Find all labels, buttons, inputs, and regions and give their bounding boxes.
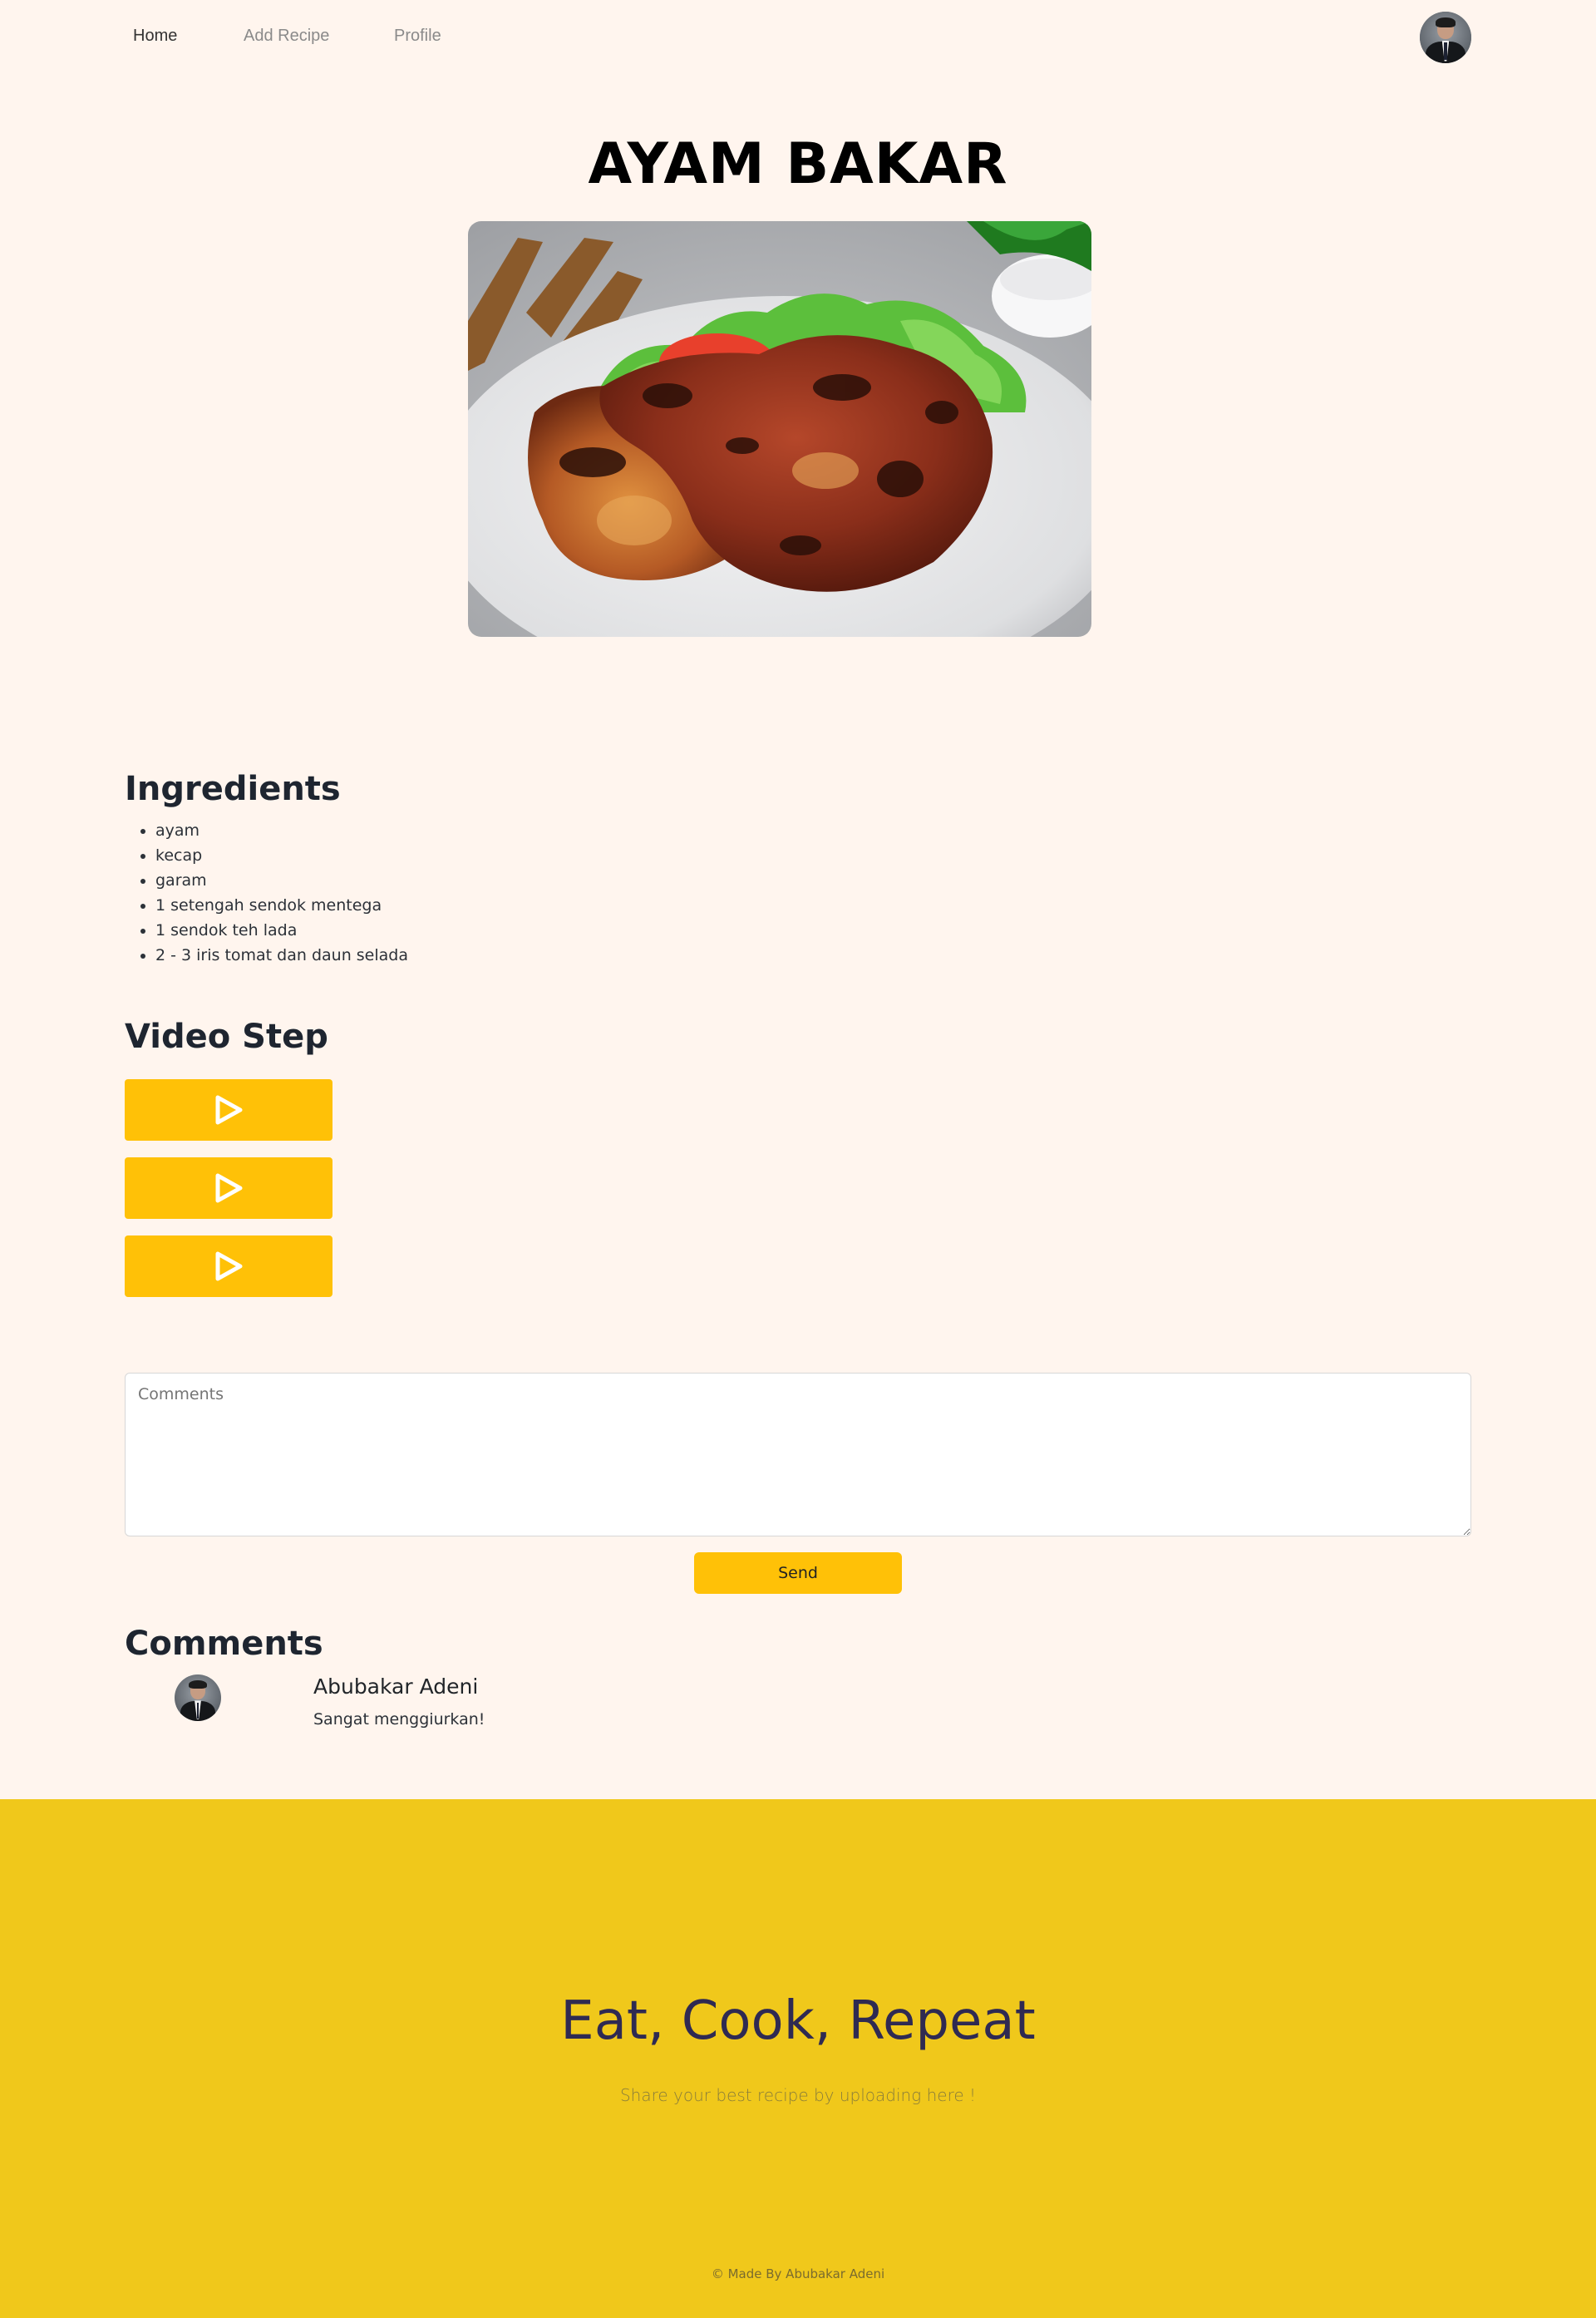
ingredient-item: kecap <box>155 843 408 868</box>
comment-textarea[interactable] <box>125 1373 1471 1536</box>
comments-heading: Comments <box>125 1625 323 1663</box>
ingredient-item: 1 setengah sendok mentega <box>155 893 408 918</box>
ingredient-item: garam <box>155 868 408 893</box>
play-icon <box>215 1251 243 1281</box>
video-step-button-3[interactable] <box>125 1235 332 1297</box>
footer-subtitle: Share your best recipe by uploading here… <box>619 2085 977 2105</box>
nav-home-link[interactable]: Home <box>133 27 177 46</box>
footer-heading: Eat, Cook, Repeat <box>560 1990 1036 2052</box>
footer: Eat, Cook, Repeat Share your best recipe… <box>0 1799 1596 2318</box>
commenter-name: Abubakar Adeni <box>313 1674 479 1699</box>
video-step-heading: Video Step <box>125 1018 328 1056</box>
ingredient-item: 2 - 3 iris tomat dan daun selada <box>155 943 408 968</box>
ingredients-list: ayam kecap garam 1 setengah sendok mente… <box>155 818 408 968</box>
play-icon <box>215 1095 243 1125</box>
send-button[interactable]: Send <box>694 1552 902 1594</box>
video-step-button-1[interactable] <box>125 1079 332 1141</box>
recipe-image <box>468 221 1091 637</box>
recipe-title: AYAM BAKAR <box>588 131 1008 197</box>
commenter-avatar-icon <box>175 1674 221 1721</box>
ingredient-item: 1 sendok teh lada <box>155 918 408 943</box>
navbar: Home Add Recipe Profile <box>0 0 1596 75</box>
user-avatar-icon[interactable] <box>1420 12 1471 63</box>
ingredients-heading: Ingredients <box>125 770 341 808</box>
comment-text: Sangat menggiurkan! <box>313 1710 485 1729</box>
video-step-button-2[interactable] <box>125 1157 332 1219</box>
ingredient-item: ayam <box>155 818 408 843</box>
footer-copyright: © Made By Abubakar Adeni <box>711 2266 885 2281</box>
nav-add-recipe-link[interactable]: Add Recipe <box>244 27 329 46</box>
nav-profile-link[interactable]: Profile <box>394 27 441 46</box>
play-icon <box>215 1173 243 1203</box>
